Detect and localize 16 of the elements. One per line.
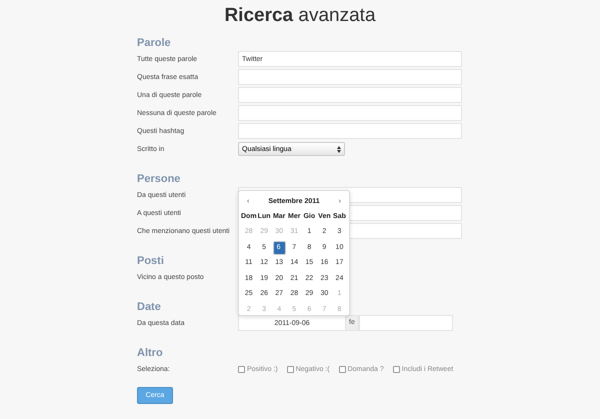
- section-heading: Date: [137, 300, 161, 314]
- section-heading: Posti: [137, 254, 164, 268]
- checkbox[interactable]: [238, 366, 245, 372]
- page-title: Ricerca avanzata: [223, 4, 377, 28]
- section-heading: Parole: [137, 36, 171, 50]
- input-field[interactable]: [238, 105, 462, 121]
- input-field[interactable]: [238, 69, 462, 85]
- date-field[interactable]: [358, 315, 453, 331]
- checkbox[interactable]: [338, 366, 346, 372]
- section-heading: Persone: [137, 172, 180, 186]
- input-field[interactable]: [238, 87, 462, 103]
- section-heading: Altro: [137, 346, 163, 360]
- input-field[interactable]: [238, 123, 462, 139]
- checkbox[interactable]: [392, 366, 400, 372]
- checkbox[interactable]: [286, 366, 294, 372]
- updown-caret-icon: [337, 146, 341, 152]
